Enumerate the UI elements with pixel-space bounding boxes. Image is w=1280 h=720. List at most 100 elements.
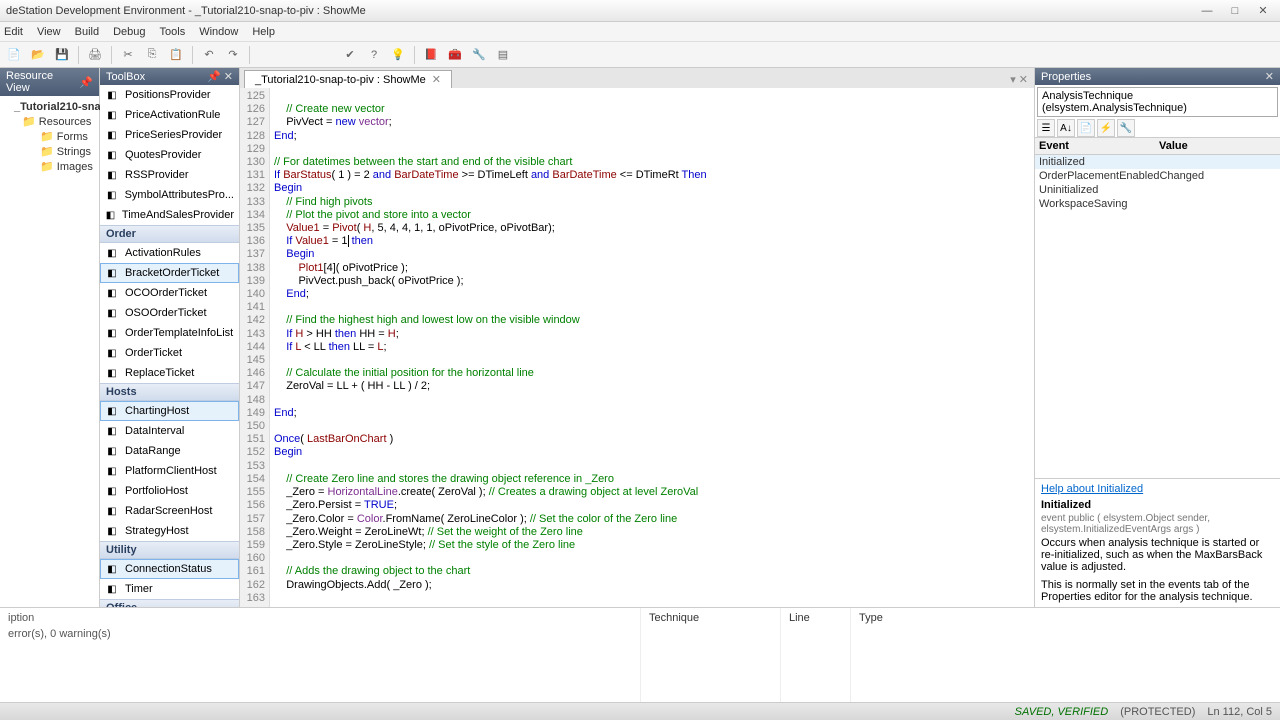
toolbox-item[interactable]: ◧TimeAndSalesProvider <box>100 205 239 225</box>
tree-images[interactable]: 📁 Images <box>28 159 97 174</box>
component-icon: ◧ <box>105 484 119 498</box>
tab-label: _Tutorial210-snap-to-piv : ShowMe <box>255 74 426 86</box>
help-signature: event public ( elsystem.Object sender, e… <box>1041 513 1274 535</box>
out-icon[interactable]: ▤ <box>493 45 513 65</box>
toolbox-item[interactable]: ◧SymbolAttributesPro... <box>100 185 239 205</box>
help-title: Initialized <box>1041 499 1274 511</box>
menu-window[interactable]: Window <box>199 26 238 38</box>
menu-tools[interactable]: Tools <box>160 26 186 38</box>
print-icon[interactable]: 🖨 <box>85 45 105 65</box>
props-cat-icon[interactable]: ☰ <box>1037 119 1055 137</box>
toolbox-item[interactable]: ◧ActivationRules <box>100 243 239 263</box>
editor-tab[interactable]: _Tutorial210-snap-to-piv : ShowMe ✕ <box>244 70 452 88</box>
toolbox-item[interactable]: ◧PortfolioHost <box>100 481 239 501</box>
toolbox-item[interactable]: ◧DataRange <box>100 441 239 461</box>
maximize-button[interactable]: □ <box>1224 4 1246 18</box>
props-row[interactable]: Initialized <box>1035 155 1280 169</box>
component-icon: ◧ <box>105 208 116 222</box>
component-icon: ◧ <box>105 366 119 380</box>
menu-build[interactable]: Build <box>75 26 99 38</box>
paste-icon[interactable]: 📋 <box>166 45 186 65</box>
group-hosts[interactable]: Hosts <box>100 383 239 401</box>
component-icon: ◧ <box>105 148 119 162</box>
code-editor[interactable]: // Create new vector PivVect = new vecto… <box>270 88 1034 607</box>
menu-edit[interactable]: Edit <box>4 26 23 38</box>
toolbox-item[interactable]: ◧ChartingHost <box>100 401 239 421</box>
resource-tree[interactable]: _Tutorial210-snap-to-... 📁 Resources 📁 F… <box>0 96 99 178</box>
props-prop-icon[interactable]: 📄 <box>1077 119 1095 137</box>
component-icon: ◧ <box>105 108 119 122</box>
toolbox-item[interactable]: ◧OCOOrderTicket <box>100 283 239 303</box>
toolbox-item[interactable]: ◧StrategyHost <box>100 521 239 541</box>
help-icon[interactable]: ? <box>364 45 384 65</box>
props-icon[interactable]: 🔧 <box>469 45 489 65</box>
menu-view[interactable]: View <box>37 26 61 38</box>
tab-dropdown-icon[interactable]: ▾ ✕ <box>1004 71 1034 88</box>
toolbox-item[interactable]: ◧QuotesProvider <box>100 145 239 165</box>
new-icon[interactable]: 📄 <box>4 45 24 65</box>
toolbox-item[interactable]: ◧RSSProvider <box>100 165 239 185</box>
toolbox-item[interactable]: ◧OSOOrderTicket <box>100 303 239 323</box>
toolbox-item[interactable]: ◧RadarScreenHost <box>100 501 239 521</box>
group-office[interactable]: Office <box>100 599 239 607</box>
toolbox-item[interactable]: ◧OrderTemplateInfoList <box>100 323 239 343</box>
props-az-icon[interactable]: A↓ <box>1057 119 1075 137</box>
copy-icon[interactable]: ⎘ <box>142 45 162 65</box>
toolbox-item[interactable]: ◧Timer <box>100 579 239 599</box>
toolbox-item[interactable]: ◧DataInterval <box>100 421 239 441</box>
pin-icon[interactable]: 📌 <box>79 76 93 89</box>
toolbox-item[interactable]: ◧PriceActivationRule <box>100 105 239 125</box>
status-protected: (PROTECTED) <box>1120 706 1195 718</box>
close-button[interactable]: ✕ <box>1252 4 1274 18</box>
component-icon: ◧ <box>105 562 119 576</box>
pin-icon[interactable]: ✕ <box>1265 70 1274 83</box>
toolbox-item[interactable]: ◧BracketOrderTicket <box>100 263 239 283</box>
open-icon[interactable]: 📂 <box>28 45 48 65</box>
verify-icon[interactable]: ✔ <box>340 45 360 65</box>
undo-icon[interactable]: ↶ <box>199 45 219 65</box>
component-icon: ◧ <box>105 306 119 320</box>
menu-help[interactable]: Help <box>252 26 275 38</box>
props-wrench-icon[interactable]: 🔧 <box>1117 119 1135 137</box>
pin-icon[interactable]: 📌 ✕ <box>207 70 233 83</box>
tree-resources[interactable]: 📁 Resources <box>2 114 97 129</box>
props-row[interactable]: WorkspaceSaving <box>1035 197 1280 211</box>
toolbox-item[interactable]: ◧PlatformClientHost <box>100 461 239 481</box>
dict-icon[interactable]: 📕 <box>421 45 441 65</box>
tree-forms[interactable]: 📁 Forms <box>28 129 97 144</box>
tree-strings[interactable]: 📁 Strings <box>28 144 97 159</box>
save-icon[interactable]: 💾 <box>52 45 72 65</box>
component-icon: ◧ <box>105 88 119 102</box>
col-line: Line <box>780 608 850 702</box>
toolbox-icon[interactable]: 🧰 <box>445 45 465 65</box>
props-event-icon[interactable]: ⚡ <box>1097 119 1115 137</box>
menu-debug[interactable]: Debug <box>113 26 145 38</box>
help-link[interactable]: Help about Initialized <box>1041 483 1143 495</box>
component-icon: ◧ <box>105 266 119 280</box>
group-utility[interactable]: Utility <box>100 541 239 559</box>
toolbox-item[interactable]: ◧ReplaceTicket <box>100 363 239 383</box>
properties-header: Properties✕ <box>1035 68 1280 85</box>
col-technique: Technique <box>640 608 780 702</box>
toolbox-item[interactable]: ◧ConnectionStatus <box>100 559 239 579</box>
window-title: deStation Development Environment - _Tut… <box>6 5 1196 17</box>
output-col0: iption <box>8 612 632 624</box>
props-object-selector[interactable]: AnalysisTechnique (elsystem.AnalysisTech… <box>1037 87 1278 117</box>
toolbar: 📄 📂 💾 🖨 ✂ ⎘ 📋 ↶ ↷ ✔ ? 💡 📕 🧰 🔧 ▤ <box>0 42 1280 68</box>
toolbox-item[interactable]: ◧PriceSeriesProvider <box>100 125 239 145</box>
props-row[interactable]: OrderPlacementEnabledChanged <box>1035 169 1280 183</box>
props-row[interactable]: Uninitialized <box>1035 183 1280 197</box>
redo-icon[interactable]: ↷ <box>223 45 243 65</box>
cut-icon[interactable]: ✂ <box>118 45 138 65</box>
tab-close-icon[interactable]: ✕ <box>432 73 441 86</box>
component-icon: ◧ <box>105 404 119 418</box>
minimize-button[interactable]: — <box>1196 4 1218 18</box>
status-saved: SAVED, VERIFIED <box>1015 706 1109 718</box>
bulb-icon[interactable]: 💡 <box>388 45 408 65</box>
toolbox-item[interactable]: ◧OrderTicket <box>100 343 239 363</box>
component-icon: ◧ <box>105 326 119 340</box>
group-order[interactable]: Order <box>100 225 239 243</box>
status-position: Ln 112, Col 5 <box>1207 706 1272 718</box>
tree-root[interactable]: _Tutorial210-snap-to-... <box>2 100 97 114</box>
toolbox-item[interactable]: ◧PositionsProvider <box>100 85 239 105</box>
